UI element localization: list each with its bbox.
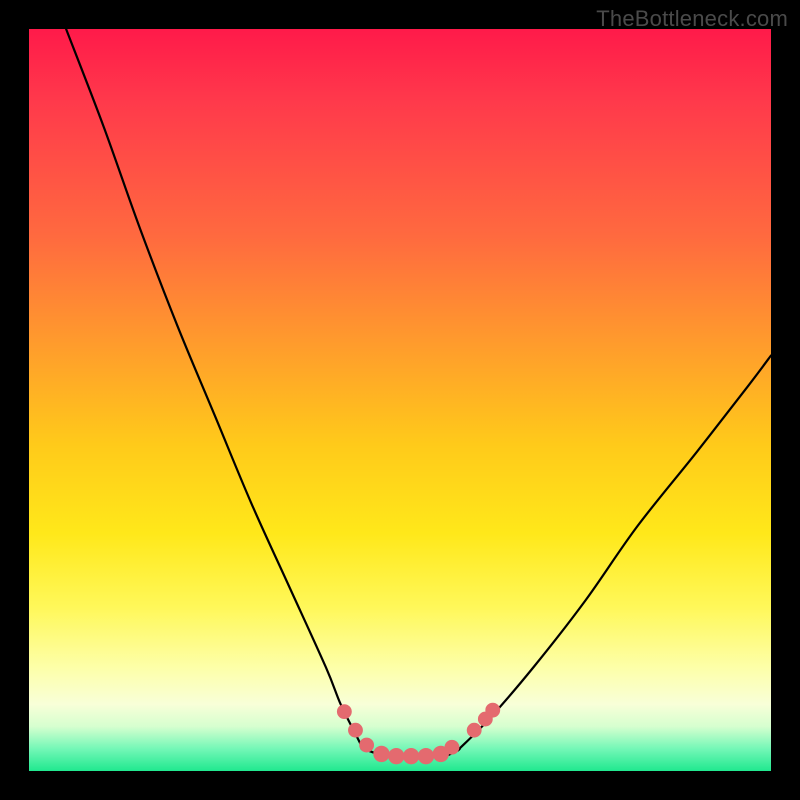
plot-area (29, 29, 771, 771)
curve-marker (445, 740, 460, 755)
curve-marker (348, 723, 363, 738)
curve-marker (485, 703, 500, 718)
curve-marker (373, 746, 389, 762)
chart-frame: TheBottleneck.com (0, 0, 800, 800)
curve-marker (418, 748, 434, 764)
curve-marker (359, 738, 374, 753)
curve-marker (403, 748, 419, 764)
marker-group (337, 703, 500, 765)
curve-marker (467, 723, 482, 738)
watermark-text: TheBottleneck.com (596, 6, 788, 32)
curve-marker (388, 748, 404, 764)
curve-marker (337, 704, 352, 719)
bottleneck-curve (66, 29, 771, 757)
curve-layer (29, 29, 771, 771)
